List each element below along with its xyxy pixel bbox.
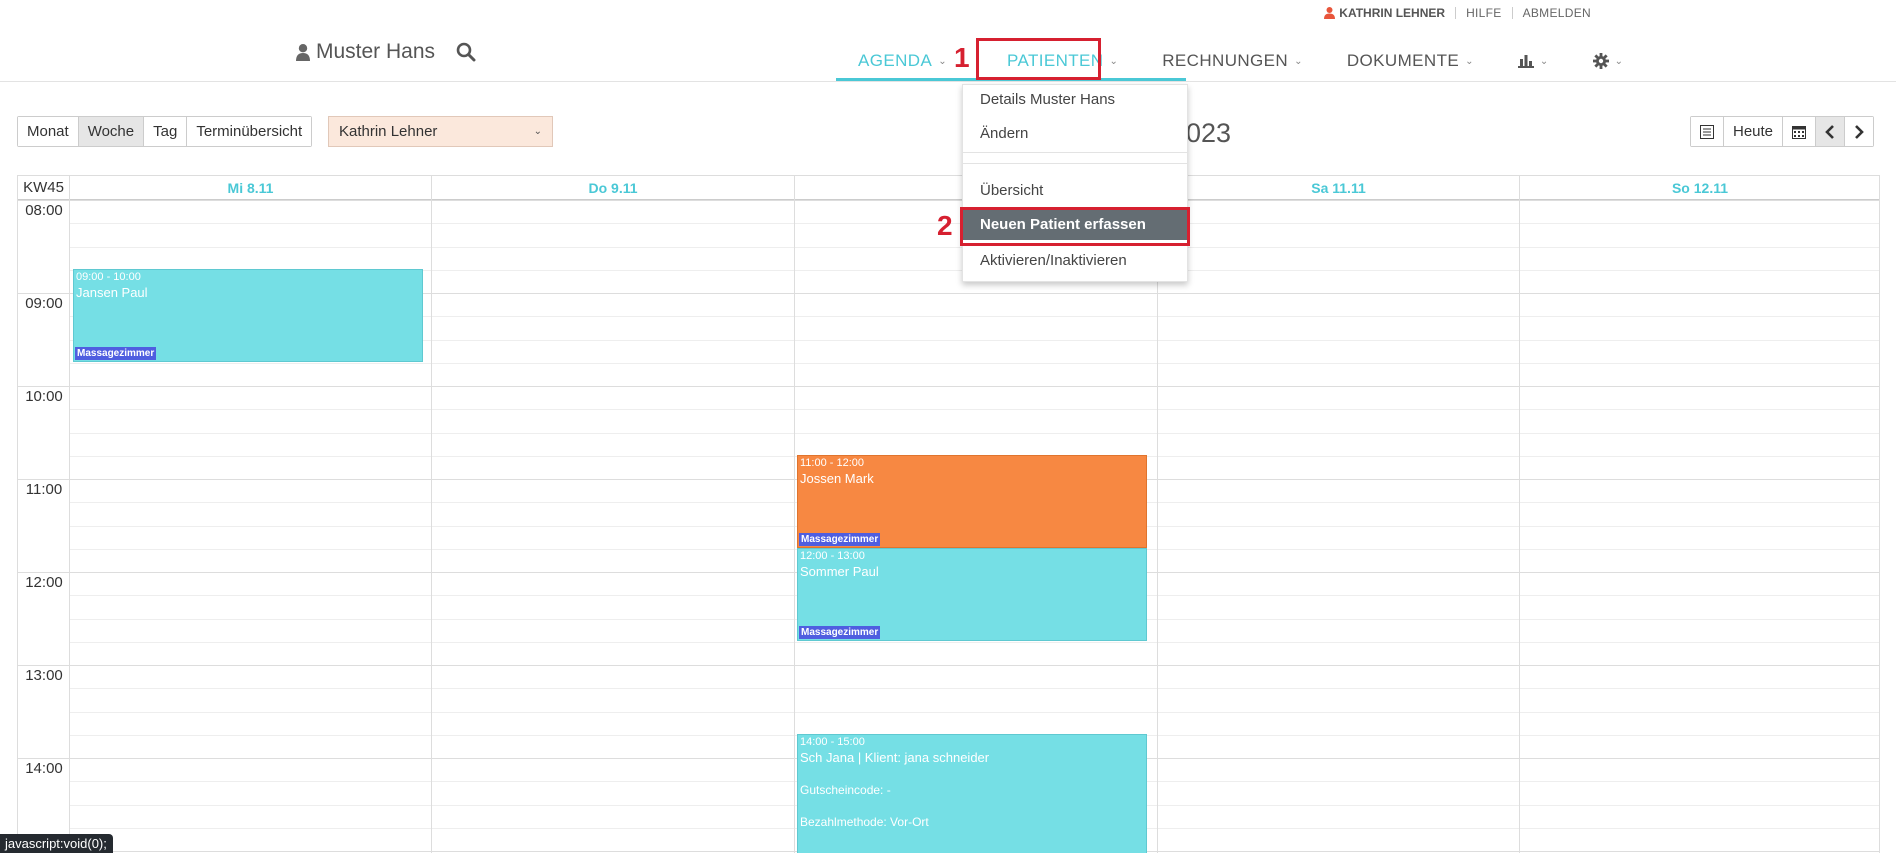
chevron-down-icon: ⌄ bbox=[1109, 55, 1119, 67]
week-number: KW45 bbox=[18, 176, 70, 200]
appointment-time: 14:00 - 15:00 bbox=[800, 736, 865, 748]
menu-divider bbox=[963, 163, 1187, 164]
appointment-title: Jansen Paul bbox=[76, 285, 148, 300]
nav-dokumente-label: DOKUMENTE bbox=[1346, 51, 1460, 70]
chevron-down-icon: ⌄ bbox=[938, 55, 947, 67]
current-patient[interactable]: Muster Hans bbox=[296, 40, 435, 64]
day-column[interactable] bbox=[432, 200, 795, 853]
nav-agenda[interactable]: AGENDA ⌄ bbox=[836, 42, 969, 80]
appointment-title: Sch Jana | Klient: jana schneider bbox=[800, 750, 990, 765]
view-day-button[interactable]: Tag bbox=[144, 117, 188, 146]
link-status-tooltip: javascript:void(0); bbox=[0, 834, 113, 853]
view-week-button[interactable]: Woche bbox=[78, 117, 145, 146]
time-label: 10:00 bbox=[25, 388, 63, 405]
appointment-voucher: Gutscheincode: - bbox=[800, 783, 891, 797]
appointment-time: 11:00 - 12:00 bbox=[800, 457, 865, 469]
bar-chart-icon bbox=[1517, 55, 1534, 68]
day-header[interactable]: Do 9.11 bbox=[432, 176, 795, 200]
time-label: 13:00 bbox=[25, 667, 63, 684]
time-column: 08:00 09:00 10:00 11:00 12:00 13:00 14:0… bbox=[18, 200, 70, 853]
list-view-button[interactable] bbox=[1691, 117, 1724, 146]
nav-statistics[interactable]: ⌄ bbox=[1496, 42, 1571, 80]
chevron-down-icon: ⌄ bbox=[1539, 55, 1549, 67]
step-2-marker: 2 bbox=[937, 210, 953, 241]
view-month-button[interactable]: Monat bbox=[18, 117, 79, 146]
view-switcher: Monat Woche Tag Terminübersicht bbox=[17, 116, 313, 147]
help-link[interactable]: HILFE bbox=[1466, 6, 1502, 20]
period-title: 023 bbox=[1186, 118, 1232, 148]
appointment[interactable]: 14:00 - 15:00 Sch Jana | Klient: jana sc… bbox=[797, 734, 1147, 853]
nav-settings[interactable]: ⌄ bbox=[1571, 42, 1646, 80]
appointment-time: 12:00 - 13:00 bbox=[800, 550, 865, 562]
appointment-title: Jossen Mark bbox=[800, 471, 874, 486]
chevron-left-icon bbox=[1825, 124, 1834, 139]
calendar-header: KW45 Mi 8.11 Do 9.11 Fr Sa 11.11 So 12.1… bbox=[18, 176, 1879, 200]
menu-item-edit[interactable]: Ändern bbox=[963, 121, 1187, 147]
day-header[interactable]: So 12.11 bbox=[1520, 176, 1879, 200]
menu-item-overview[interactable]: Übersicht bbox=[963, 178, 1187, 204]
chevron-down-icon: ⌄ bbox=[1465, 55, 1474, 67]
search-button[interactable] bbox=[456, 42, 478, 64]
chevron-down-icon: ⌄ bbox=[1614, 55, 1624, 67]
room-badge: Massagezimmer bbox=[799, 626, 881, 639]
week-calendar: KW45 Mi 8.11 Do 9.11 Fr Sa 11.11 So 12.1… bbox=[17, 175, 1880, 853]
menu-item-activate[interactable]: Aktivieren/Inaktivieren bbox=[963, 248, 1187, 274]
calendar-icon bbox=[1792, 125, 1807, 139]
appointment[interactable]: 09:00 - 10:00 Jansen Paul Massagezimmer bbox=[73, 269, 423, 362]
next-button[interactable] bbox=[1845, 117, 1874, 146]
logout-link[interactable]: ABMELDEN bbox=[1523, 6, 1591, 20]
room-badge: Massagezimmer bbox=[799, 533, 881, 546]
menu-item-details[interactable]: Details Muster Hans bbox=[963, 87, 1187, 113]
chevron-right-icon bbox=[1855, 124, 1864, 139]
nav-rechnungen-label: RECHNUNGEN bbox=[1162, 51, 1289, 70]
user-icon bbox=[1324, 7, 1336, 19]
user-icon bbox=[296, 43, 310, 61]
search-icon bbox=[456, 42, 476, 62]
nav-agenda-label: AGENDA bbox=[858, 51, 933, 70]
patienten-highlight bbox=[976, 38, 1101, 80]
menu-divider bbox=[963, 152, 1187, 153]
day-column[interactable] bbox=[1520, 200, 1879, 853]
therapist-select-value: Kathrin Lehner bbox=[339, 123, 438, 140]
chevron-down-icon: ⌄ bbox=[533, 126, 542, 137]
time-label: 08:00 bbox=[25, 202, 63, 219]
nav-rechnungen[interactable]: RECHNUNGEN ⌄ bbox=[1140, 42, 1325, 80]
therapist-select[interactable]: Kathrin Lehner ⌄ bbox=[328, 116, 553, 147]
appointment[interactable]: 12:00 - 13:00 Sommer Paul Massagezimmer bbox=[797, 548, 1147, 641]
day-column[interactable] bbox=[1158, 200, 1520, 853]
current-user-name: KATHRIN LEHNER bbox=[1339, 6, 1446, 20]
time-label: 11:00 bbox=[25, 481, 63, 498]
appointment[interactable]: 11:00 - 12:00 Jossen Mark Massagezimmer bbox=[797, 455, 1147, 548]
appointment-time: 09:00 - 10:00 bbox=[76, 271, 141, 283]
calendar-grid: 08:00 09:00 10:00 11:00 12:00 13:00 14:0… bbox=[18, 200, 1879, 853]
app-header: KATHRIN LEHNER HILFE ABMELDEN Muster Han… bbox=[0, 0, 1896, 82]
current-patient-name: Muster Hans bbox=[316, 40, 436, 63]
previous-button[interactable] bbox=[1816, 117, 1846, 146]
day-header[interactable]: Mi 8.11 bbox=[70, 176, 432, 200]
appointment-payment: Bezahlmethode: Vor-Ort bbox=[800, 815, 929, 829]
calendar-tools: Heute bbox=[1690, 116, 1875, 147]
date-picker-button[interactable] bbox=[1783, 117, 1817, 146]
time-label: 09:00 bbox=[25, 295, 63, 312]
step-1-marker: 1 bbox=[954, 42, 970, 73]
day-header[interactable]: Sa 11.11 bbox=[1158, 176, 1520, 200]
chevron-down-icon: ⌄ bbox=[1294, 55, 1303, 67]
current-user[interactable]: KATHRIN LEHNER bbox=[1324, 6, 1445, 20]
today-button[interactable]: Heute bbox=[1724, 117, 1784, 146]
time-label: 14:00 bbox=[25, 760, 63, 777]
utility-bar: KATHRIN LEHNER HILFE ABMELDEN bbox=[1324, 6, 1591, 20]
view-overview-button[interactable]: Terminübersicht bbox=[187, 117, 312, 146]
new-patient-highlight bbox=[960, 207, 1190, 246]
gear-icon bbox=[1592, 53, 1609, 69]
time-label: 12:00 bbox=[25, 574, 63, 591]
divider bbox=[1455, 7, 1457, 19]
nav-dokumente[interactable]: DOKUMENTE ⌄ bbox=[1325, 42, 1496, 80]
appointment-title: Sommer Paul bbox=[800, 564, 879, 579]
room-badge: Massagezimmer bbox=[75, 347, 157, 360]
patienten-dropdown: Details Muster Hans Ändern Übersicht Neu… bbox=[962, 84, 1188, 282]
list-icon bbox=[1700, 124, 1714, 139]
divider bbox=[1511, 7, 1513, 19]
